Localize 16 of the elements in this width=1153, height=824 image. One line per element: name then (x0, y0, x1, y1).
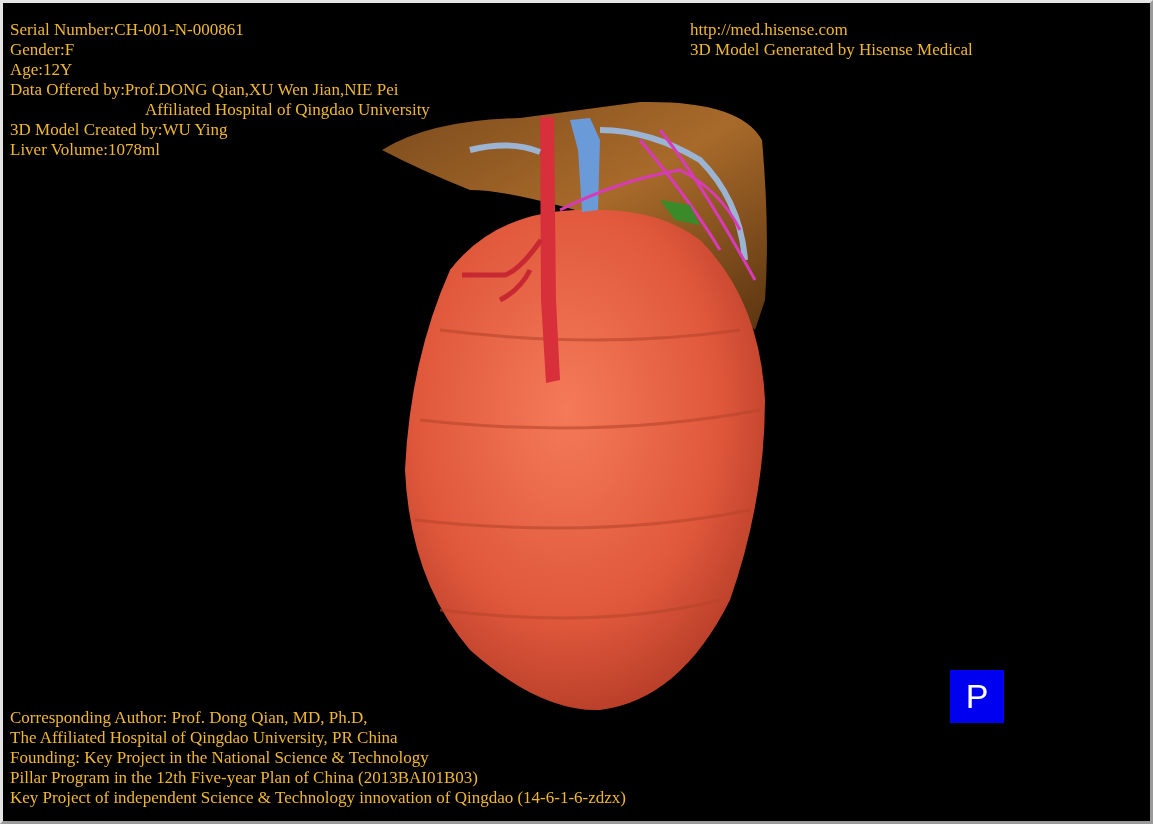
info-text: Gender:F (10, 40, 76, 60)
credit-text: The Affiliated Hospital of Qingdao University, PR China (10, 728, 399, 748)
render-viewport[interactable] (3, 3, 1150, 821)
credit-text: Key Project of independent Science & Technology innovation of Qingdao (14-6-1-6-zdzx) (10, 788, 626, 808)
credit-text: Pillar Program in the 12th Five-year Plan of China (2013BAI01B03) (10, 768, 479, 788)
info-text: 3D Model Created by:WU Ying (10, 120, 229, 140)
info-text: Serial Number:CH-001-N-000861 (10, 20, 245, 40)
source-text: 3D Model Generated by Hisense Medical (690, 40, 973, 60)
info-text: Affiliated Hospital of Qingdao University (144, 100, 430, 120)
credit-text: Founding: Key Project in the National Science & Technology (10, 748, 430, 768)
info-text: Data Offered by:Prof.DONG Qian,XU Wen Jian,NIE Pei (10, 80, 400, 100)
info-text: Liver Volume:1078ml (10, 140, 161, 160)
orientation-marker: P (950, 670, 1004, 723)
source-text: http://med.hisense.com (690, 20, 849, 40)
info-text: Age:12Y (10, 60, 74, 80)
credit-text: Corresponding Author: Prof. Dong Qian, MD, Ph.D, (10, 708, 369, 728)
